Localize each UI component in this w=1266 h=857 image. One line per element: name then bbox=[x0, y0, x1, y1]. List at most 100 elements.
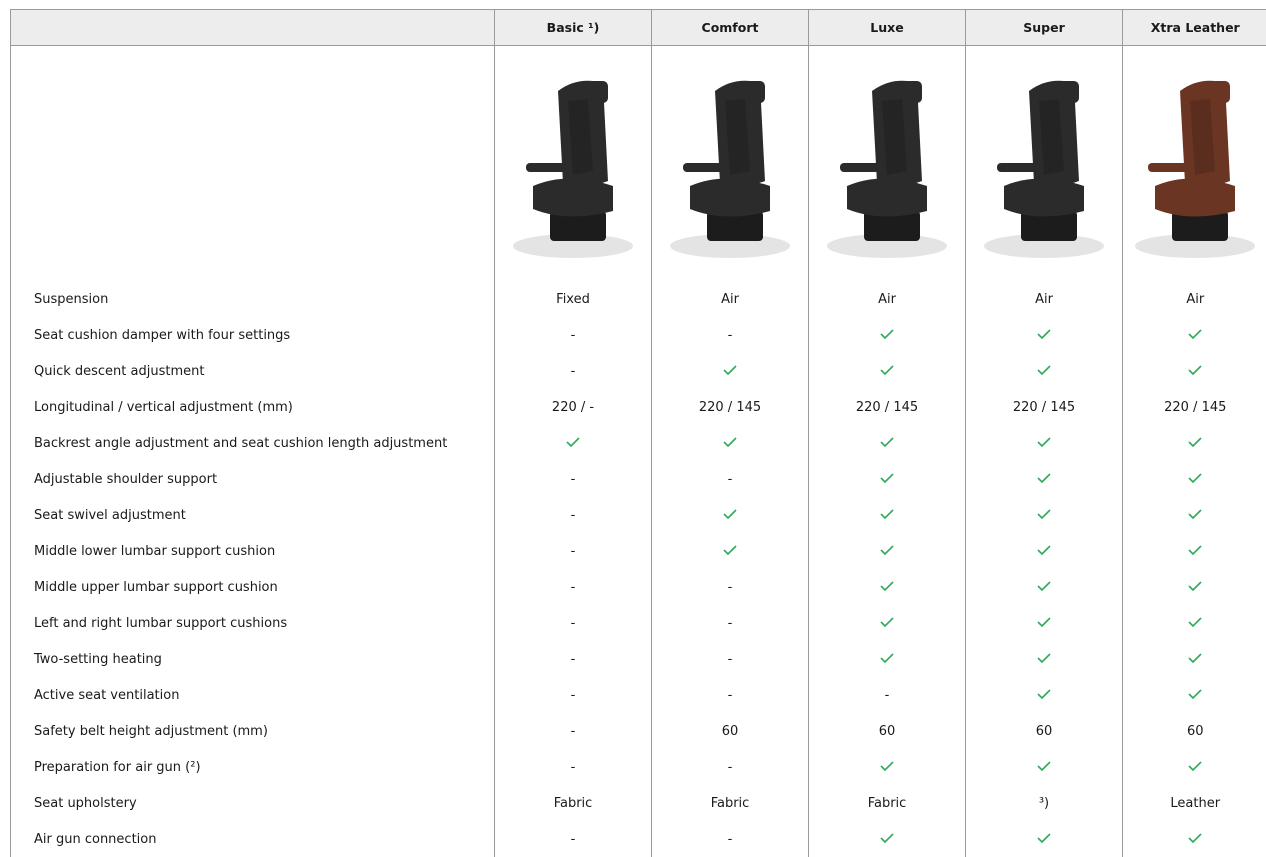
check-icon bbox=[1037, 509, 1051, 519]
value-basic: - bbox=[495, 533, 652, 569]
feature-row: Longitudinal / vertical adjustment (mm)2… bbox=[11, 389, 1266, 425]
value-basic: - bbox=[495, 497, 652, 533]
feature-row: Left and right lumbar support cushions-- bbox=[11, 605, 1266, 641]
value-comfort bbox=[652, 425, 809, 461]
value-luxe bbox=[809, 461, 966, 497]
value-comfort: Air bbox=[652, 281, 809, 317]
feature-label: Middle lower lumbar support cushion bbox=[11, 533, 495, 569]
value-super bbox=[966, 353, 1123, 389]
check-icon bbox=[880, 617, 894, 627]
value-xtra-leather bbox=[1123, 749, 1266, 785]
value-basic: - bbox=[495, 677, 652, 713]
check-icon bbox=[1037, 581, 1051, 591]
check-icon bbox=[1188, 833, 1202, 843]
feature-row: Adjustable shoulder support-- bbox=[11, 461, 1266, 497]
check-icon bbox=[1188, 509, 1202, 519]
value-xtra-leather bbox=[1123, 569, 1266, 605]
seat-basic-image bbox=[508, 71, 638, 261]
check-icon bbox=[723, 509, 737, 519]
value-luxe bbox=[809, 533, 966, 569]
value-xtra-leather bbox=[1123, 641, 1266, 677]
header-comfort: Comfort bbox=[652, 10, 809, 46]
value-comfort: - bbox=[652, 317, 809, 353]
value-xtra-leather: Leather bbox=[1123, 785, 1266, 821]
feature-label: Seat swivel adjustment bbox=[11, 497, 495, 533]
value-xtra-leather bbox=[1123, 497, 1266, 533]
check-icon bbox=[1037, 365, 1051, 375]
value-comfort bbox=[652, 497, 809, 533]
value-comfort: - bbox=[652, 461, 809, 497]
value-luxe bbox=[809, 749, 966, 785]
value-super bbox=[966, 461, 1123, 497]
feature-label: Backrest angle adjustment and seat cushi… bbox=[11, 425, 495, 461]
value-super bbox=[966, 749, 1123, 785]
value-luxe bbox=[809, 317, 966, 353]
check-icon bbox=[1037, 653, 1051, 663]
feature-label: Suspension bbox=[11, 281, 495, 317]
value-luxe bbox=[809, 605, 966, 641]
feature-row: Two-setting heating-- bbox=[11, 641, 1266, 677]
value-comfort: - bbox=[652, 605, 809, 641]
header-luxe: Luxe bbox=[809, 10, 966, 46]
value-basic: - bbox=[495, 605, 652, 641]
feature-label: Two-setting heating bbox=[11, 641, 495, 677]
value-luxe bbox=[809, 497, 966, 533]
value-luxe bbox=[809, 569, 966, 605]
value-comfort bbox=[652, 533, 809, 569]
value-basic: 220 / - bbox=[495, 389, 652, 425]
value-xtra-leather bbox=[1123, 677, 1266, 713]
check-icon bbox=[1188, 473, 1202, 483]
value-basic: Fixed bbox=[495, 281, 652, 317]
value-xtra-leather bbox=[1123, 317, 1266, 353]
seat-comfort-image bbox=[665, 71, 795, 261]
value-xtra-leather: Air bbox=[1123, 281, 1266, 317]
value-basic: - bbox=[495, 713, 652, 749]
value-super bbox=[966, 605, 1123, 641]
header-xtra-leather: Xtra Leather bbox=[1123, 10, 1266, 46]
check-icon bbox=[1037, 329, 1051, 339]
seat-image-row bbox=[11, 46, 1266, 282]
value-luxe: 220 / 145 bbox=[809, 389, 966, 425]
value-super bbox=[966, 821, 1123, 857]
value-xtra-leather: 220 / 145 bbox=[1123, 389, 1266, 425]
feature-row: Safety belt height adjustment (mm)-60606… bbox=[11, 713, 1266, 749]
check-icon bbox=[880, 581, 894, 591]
value-basic: - bbox=[495, 569, 652, 605]
feature-row: Middle upper lumbar support cushion-- bbox=[11, 569, 1266, 605]
check-icon bbox=[566, 437, 580, 447]
check-icon bbox=[1188, 653, 1202, 663]
seat-luxe-image bbox=[822, 71, 952, 261]
value-basic: Fabric bbox=[495, 785, 652, 821]
check-icon bbox=[1188, 581, 1202, 591]
header-feature-cell bbox=[11, 10, 495, 46]
feature-label: Air gun connection bbox=[11, 821, 495, 857]
check-icon bbox=[880, 545, 894, 555]
feature-row: Seat cushion damper with four settings-- bbox=[11, 317, 1266, 353]
check-icon bbox=[880, 761, 894, 771]
seat-super-image bbox=[979, 71, 1109, 261]
value-super bbox=[966, 497, 1123, 533]
value-basic: - bbox=[495, 821, 652, 857]
header-basic: Basic ¹) bbox=[495, 10, 652, 46]
value-comfort: - bbox=[652, 821, 809, 857]
feature-label: Safety belt height adjustment (mm) bbox=[11, 713, 495, 749]
check-icon bbox=[1037, 689, 1051, 699]
value-super: Air bbox=[966, 281, 1123, 317]
value-super: 220 / 145 bbox=[966, 389, 1123, 425]
check-icon bbox=[1037, 833, 1051, 843]
header-row: Basic ¹) Comfort Luxe Super Xtra Leather bbox=[11, 10, 1266, 46]
value-super: ³) bbox=[966, 785, 1123, 821]
value-xtra-leather bbox=[1123, 353, 1266, 389]
value-luxe: Fabric bbox=[809, 785, 966, 821]
value-comfort: - bbox=[652, 677, 809, 713]
seat-xtra-leather-image bbox=[1130, 71, 1260, 261]
feature-label: Seat cushion damper with four settings bbox=[11, 317, 495, 353]
check-icon bbox=[723, 437, 737, 447]
seat-comparison-table: Basic ¹) Comfort Luxe Super Xtra Leather… bbox=[10, 9, 1266, 857]
value-luxe: - bbox=[809, 677, 966, 713]
check-icon bbox=[1037, 545, 1051, 555]
feature-label: Seat upholstery bbox=[11, 785, 495, 821]
value-xtra-leather bbox=[1123, 461, 1266, 497]
feature-row: Active seat ventilation--- bbox=[11, 677, 1266, 713]
value-basic: - bbox=[495, 461, 652, 497]
